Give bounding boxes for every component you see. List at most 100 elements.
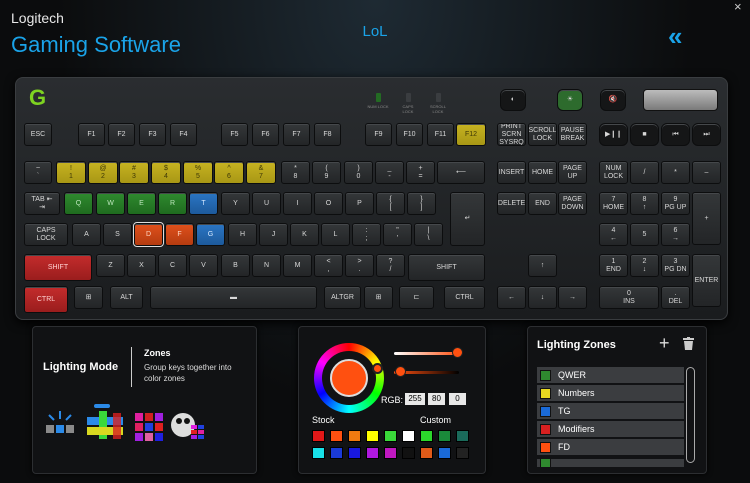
key-x[interactable]: X <box>127 254 156 277</box>
key-n3[interactable]: # 3 <box>119 161 149 184</box>
key-play[interactable]: ▶❙❙ <box>599 123 628 146</box>
key-q[interactable]: Q <box>64 192 93 215</box>
key-f4[interactable]: F4 <box>170 123 197 146</box>
key-f5[interactable]: F5 <box>221 123 248 146</box>
rgb-green-input[interactable]: 80 <box>428 393 445 405</box>
key-stop[interactable]: ■ <box>630 123 659 146</box>
effects-mode-icon[interactable] <box>135 413 163 441</box>
custom-color-swatch[interactable] <box>438 447 451 459</box>
key-slash[interactable]: ? / <box>376 254 405 277</box>
zone-item[interactable]: FD <box>537 439 684 455</box>
stock-color-swatch[interactable] <box>330 447 343 459</box>
key-npminus[interactable]: – <box>692 161 721 184</box>
key-o[interactable]: O <box>314 192 343 215</box>
custom-color-swatch[interactable] <box>456 430 469 442</box>
key-p[interactable]: P <box>345 192 374 215</box>
zone-item-partial[interactable] <box>537 459 684 467</box>
key-w[interactable]: W <box>96 192 125 215</box>
key-f7[interactable]: F7 <box>283 123 310 146</box>
key-n8[interactable]: * 8 <box>281 161 310 184</box>
key-f3[interactable]: F3 <box>139 123 166 146</box>
stock-color-swatch[interactable] <box>348 447 361 459</box>
stock-color-swatch[interactable] <box>312 430 325 442</box>
key-n9[interactable]: ( 9 <box>312 161 341 184</box>
key-f6[interactable]: F6 <box>252 123 279 146</box>
game-mode-icon[interactable]: ◐ <box>500 89 526 111</box>
key-delete[interactable]: DELETE <box>497 192 526 215</box>
key-n7[interactable]: & 7 <box>246 161 276 184</box>
key-v[interactable]: V <box>189 254 218 277</box>
key-m[interactable]: M <box>283 254 312 277</box>
key-e[interactable]: E <box>127 192 156 215</box>
custom-color-swatch[interactable] <box>456 447 469 459</box>
custom-color-swatch[interactable] <box>438 430 451 442</box>
key-s[interactable]: S <box>103 223 132 246</box>
key-n4[interactable]: $ 4 <box>151 161 181 184</box>
key-home[interactable]: HOME <box>528 161 557 184</box>
key-f[interactable]: F <box>165 223 194 246</box>
key-f9[interactable]: F9 <box>365 123 392 146</box>
key-backspace[interactable]: ⟵ <box>437 161 485 184</box>
key-lwin[interactable]: ⊞ <box>74 286 103 309</box>
stock-color-swatch[interactable] <box>384 447 397 459</box>
key-comma[interactable]: < , <box>314 254 343 277</box>
stock-color-swatch[interactable] <box>366 430 379 442</box>
key-end[interactable]: END <box>528 192 557 215</box>
zones-scrollbar[interactable] <box>686 367 695 463</box>
volume-roller[interactable] <box>643 89 718 111</box>
key-n1[interactable]: ! 1 <box>56 161 86 184</box>
key-bslash[interactable]: | \ <box>414 223 443 246</box>
key-r[interactable]: R <box>158 192 187 215</box>
key-left[interactable]: ← <box>497 286 526 309</box>
key-right[interactable]: → <box>558 286 587 309</box>
key-n0[interactable]: ) 0 <box>344 161 373 184</box>
rgb-red-input[interactable]: 255 <box>405 393 425 405</box>
key-lalt[interactable]: ALT <box>110 286 143 309</box>
custom-color-swatch[interactable] <box>420 447 433 459</box>
key-n2[interactable]: @ 2 <box>88 161 118 184</box>
key-period[interactable]: > . <box>345 254 374 277</box>
key-npdot[interactable]: . DEL <box>661 286 690 309</box>
key-pgup[interactable]: PAGE UP <box>558 161 587 184</box>
key-f8[interactable]: F8 <box>314 123 341 146</box>
key-n5[interactable]: % 5 <box>183 161 213 184</box>
key-f10[interactable]: F10 <box>396 123 423 146</box>
key-np3[interactable]: 3 PG DN <box>661 254 690 277</box>
key-np1[interactable]: 1 END <box>599 254 628 277</box>
key-npdiv[interactable]: / <box>630 161 659 184</box>
key-insert[interactable]: INSERT <box>497 161 526 184</box>
key-altgr[interactable]: ALTGR <box>324 286 361 309</box>
key-a[interactable]: A <box>72 223 101 246</box>
key-y[interactable]: Y <box>221 192 250 215</box>
key-lctrl[interactable]: CTRL <box>24 286 68 313</box>
key-rctrl[interactable]: CTRL <box>444 286 485 309</box>
key-t[interactable]: T <box>189 192 218 215</box>
zone-item[interactable]: TG <box>537 403 684 419</box>
key-f12[interactable]: F12 <box>456 123 486 146</box>
key-tab[interactable]: TAB ⇤ ⇥ <box>24 192 60 215</box>
zone-item[interactable]: Modifiers <box>537 421 684 437</box>
key-f2[interactable]: F2 <box>108 123 135 146</box>
key-scroll[interactable]: SCROLL LOCK <box>528 123 557 146</box>
key-np7[interactable]: 7 HOME <box>599 192 628 215</box>
key-d[interactable]: D <box>133 222 164 247</box>
stock-color-swatch[interactable] <box>312 447 325 459</box>
key-i[interactable]: I <box>283 192 312 215</box>
key-k[interactable]: K <box>290 223 319 246</box>
key-n[interactable]: N <box>252 254 281 277</box>
key-npplus[interactable]: + <box>692 192 721 245</box>
key-quote[interactable]: " ' <box>383 223 412 246</box>
stock-color-swatch[interactable] <box>402 447 415 459</box>
mute-icon[interactable]: 🔇 <box>600 89 626 111</box>
color-wheel-handle[interactable] <box>372 363 383 374</box>
key-space[interactable]: ▬ <box>150 286 317 309</box>
key-equal[interactable]: + = <box>406 161 435 184</box>
key-np8[interactable]: 8 ↑ <box>630 192 659 215</box>
key-f1[interactable]: F1 <box>78 123 105 146</box>
key-f11[interactable]: F11 <box>427 123 454 146</box>
collapse-icon[interactable]: « <box>668 23 682 49</box>
key-semi[interactable]: : ; <box>352 223 381 246</box>
key-enter[interactable]: ↵ <box>450 192 485 246</box>
stock-color-swatch[interactable] <box>366 447 379 459</box>
key-prtsc[interactable]: PRINT SCRN SYSRQ <box>497 123 526 146</box>
